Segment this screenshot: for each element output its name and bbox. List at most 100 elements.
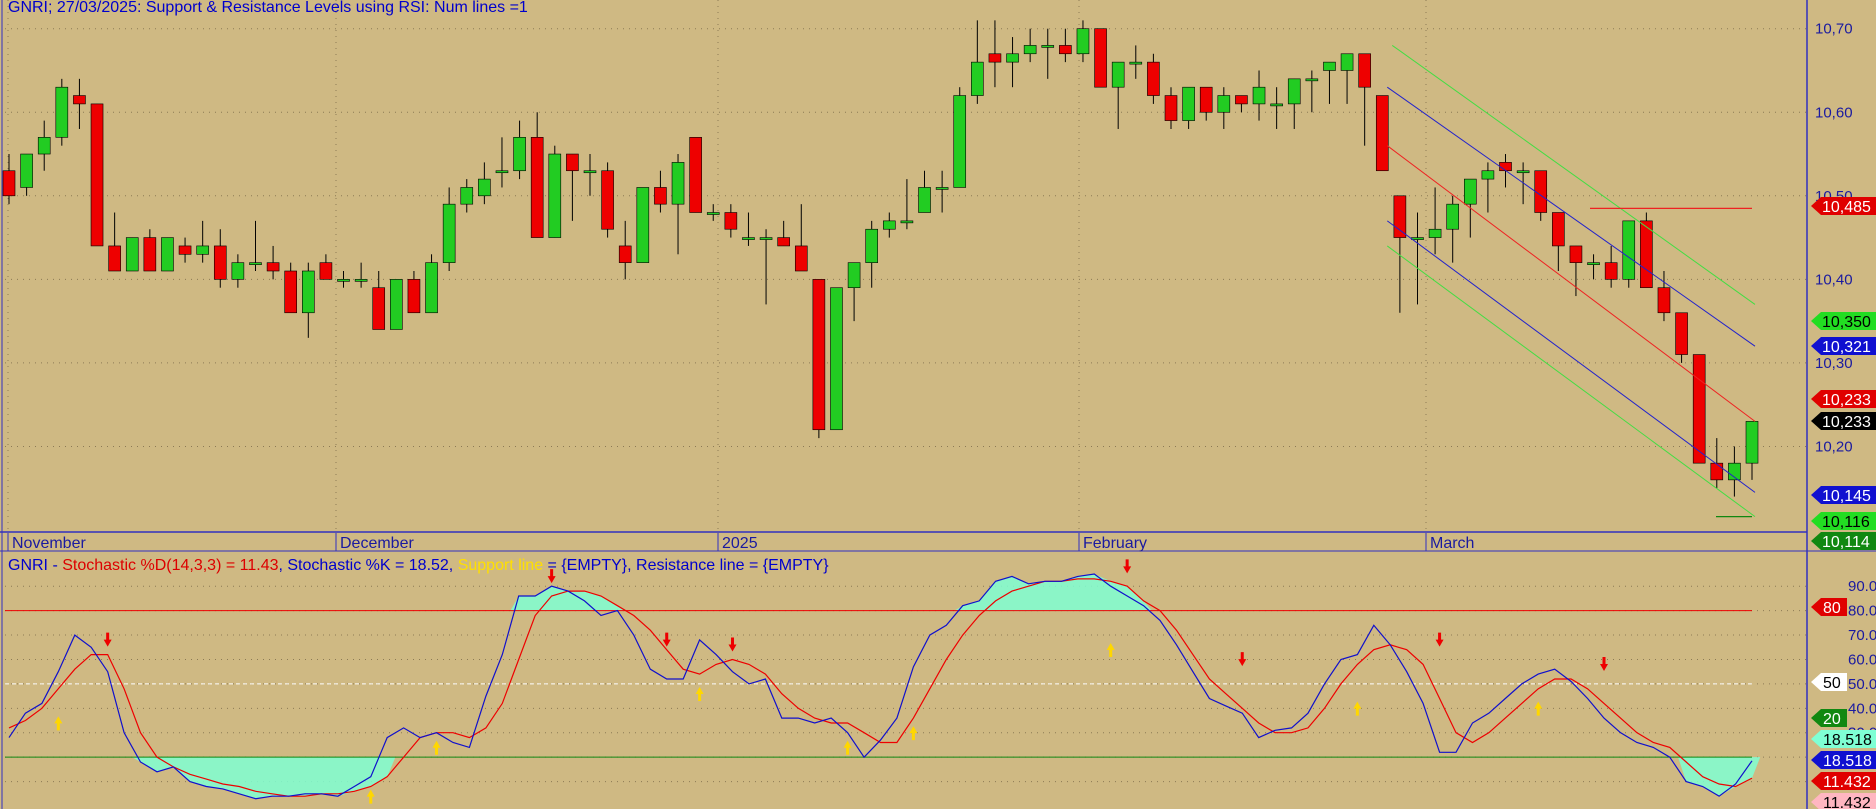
candle-body bbox=[1481, 170, 1495, 180]
candle-body bbox=[1675, 312, 1688, 355]
candle-body bbox=[460, 187, 474, 205]
stoch-tick-label: 80.0 bbox=[1848, 603, 1876, 620]
stoch-tick-label: 70.0 bbox=[1848, 627, 1876, 644]
buy-arrow-icon bbox=[54, 716, 63, 731]
candle-body bbox=[636, 187, 650, 263]
candle-body bbox=[161, 237, 174, 272]
overbought-fill bbox=[954, 574, 1152, 611]
candle-body bbox=[706, 212, 720, 215]
candle-body bbox=[1217, 95, 1231, 113]
candle-body bbox=[1006, 53, 1019, 63]
candle-body bbox=[830, 287, 843, 431]
sell-arrow-icon bbox=[1435, 632, 1444, 647]
candle-body bbox=[548, 153, 562, 238]
candle-body bbox=[777, 237, 790, 247]
candle-body bbox=[601, 170, 614, 230]
price-tag-label: 10,485 bbox=[1822, 199, 1871, 216]
candle-body bbox=[73, 95, 86, 105]
price-tick-label: 10,20 bbox=[1815, 438, 1853, 455]
candle-body bbox=[654, 187, 667, 205]
stoch-tag-label: 11.432 bbox=[1823, 774, 1871, 791]
candle-body bbox=[988, 53, 1002, 63]
candle-body bbox=[1587, 262, 1600, 265]
upper-chart-title: GNRI; 27/03/2025: Support & Resistance L… bbox=[8, 0, 528, 16]
candle-body bbox=[108, 245, 121, 272]
candle-body bbox=[1516, 170, 1530, 174]
channel-mid-red bbox=[1386, 145, 1756, 422]
sell-arrow-icon bbox=[103, 632, 112, 647]
candle-body bbox=[1499, 162, 1512, 172]
candle-body bbox=[1182, 86, 1195, 121]
candle-body bbox=[425, 262, 438, 314]
channel-upper-green bbox=[1391, 45, 1756, 305]
title-part-resistance: = {EMPTY}, Resistance line = {EMPTY} bbox=[543, 557, 829, 574]
candle-body bbox=[302, 270, 315, 314]
candle-body bbox=[1323, 61, 1336, 71]
candle-body bbox=[1111, 61, 1125, 88]
candle-body bbox=[249, 262, 262, 265]
candle-body bbox=[213, 245, 227, 280]
oversold-fill bbox=[1678, 757, 1761, 797]
buy-arrow-icon bbox=[1353, 701, 1362, 716]
price-tag-label: 10,145 bbox=[1822, 488, 1871, 505]
candle-body bbox=[1129, 61, 1143, 65]
sell-arrow-icon bbox=[1123, 559, 1132, 574]
candle-body bbox=[1287, 78, 1301, 105]
candle-body bbox=[1147, 61, 1160, 96]
price-tag-label: 10,321 bbox=[1822, 339, 1871, 356]
candle-body bbox=[1252, 86, 1266, 105]
title-part-stoch-d: Stochastic %D(14,3,3) = 11.43 bbox=[62, 557, 279, 574]
candle-body bbox=[1164, 95, 1178, 121]
price-tick-label: 10,60 bbox=[1815, 104, 1853, 121]
candle-body bbox=[90, 103, 104, 247]
candle-body bbox=[1270, 103, 1283, 107]
chart-canvas[interactable]: 10,7010,6010,5010,4010,3010,20November De… bbox=[0, 0, 1876, 809]
candle-body bbox=[1622, 220, 1636, 280]
title-part-symbol: GNRI - bbox=[8, 557, 63, 574]
sell-arrow-icon bbox=[1238, 652, 1247, 667]
candle-body bbox=[794, 245, 808, 272]
buy-arrow-icon bbox=[366, 789, 375, 804]
candle-body bbox=[918, 187, 931, 213]
candle-body bbox=[847, 262, 861, 289]
candle-body bbox=[812, 279, 826, 431]
price-tag-label: 10,233 bbox=[1822, 392, 1871, 409]
candle-body bbox=[1199, 86, 1213, 113]
candle-body bbox=[266, 262, 280, 272]
candle-body bbox=[1393, 195, 1407, 238]
buy-arrow-icon bbox=[432, 740, 441, 755]
candle-body bbox=[178, 245, 192, 255]
candle-body bbox=[1552, 212, 1565, 247]
candle-body bbox=[478, 178, 491, 197]
stoch-tag-label: 18.518 bbox=[1823, 732, 1872, 749]
candle-body bbox=[1569, 245, 1583, 263]
month-label: November bbox=[12, 535, 86, 552]
candle-body bbox=[1411, 237, 1424, 240]
candle-body bbox=[407, 279, 421, 314]
candle-body bbox=[1692, 354, 1706, 464]
price-tick-label: 10,70 bbox=[1815, 21, 1853, 38]
stoch-tick-label: 90.0 bbox=[1848, 578, 1876, 595]
month-label: March bbox=[1430, 535, 1474, 552]
candle-body bbox=[1710, 462, 1724, 481]
title-part-support: Support line bbox=[457, 557, 544, 574]
candle-body bbox=[1534, 170, 1548, 213]
overbought-fill bbox=[510, 586, 626, 611]
candle-body bbox=[513, 137, 526, 172]
candle-body bbox=[390, 279, 403, 330]
candle-body bbox=[742, 237, 755, 240]
candle-body bbox=[337, 279, 350, 282]
buy-arrow-icon bbox=[909, 726, 918, 741]
candle-body bbox=[865, 228, 878, 263]
sell-arrow-icon bbox=[728, 637, 737, 652]
stoch-tick-label: 40.0 bbox=[1848, 700, 1876, 717]
stoch-tag-label: 11.432 bbox=[1823, 795, 1871, 809]
candle-body bbox=[20, 153, 33, 188]
candle-body bbox=[759, 237, 773, 240]
channel-upper-blue bbox=[1386, 86, 1756, 347]
candle-body bbox=[495, 170, 509, 174]
candle-body bbox=[2, 170, 16, 197]
candle-body bbox=[900, 220, 914, 224]
sell-arrow-icon bbox=[662, 632, 671, 647]
candle-body bbox=[1428, 228, 1442, 238]
